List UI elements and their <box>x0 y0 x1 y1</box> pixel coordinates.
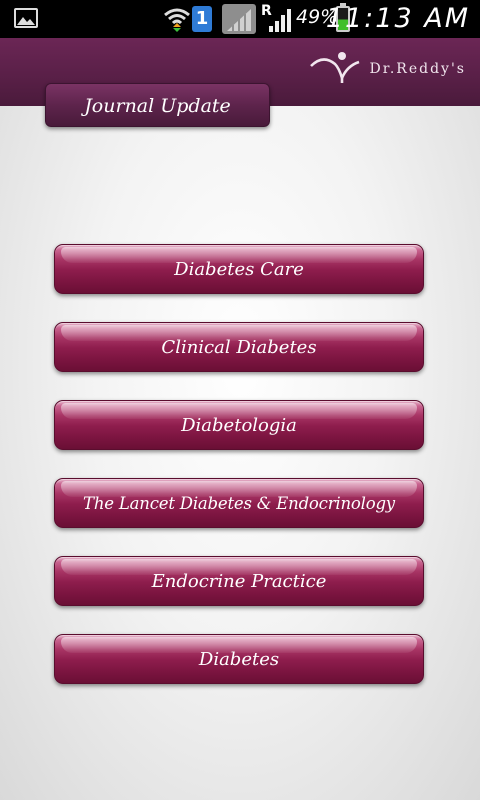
dr-reddys-logo-icon <box>309 50 361 88</box>
journal-button-label: The Lancet Diabetes & Endocrinology <box>83 494 395 513</box>
brand: Dr.Reddy's <box>309 50 466 88</box>
wifi-icon <box>164 6 190 36</box>
journal-button-diabetologia[interactable]: Diabetologia <box>54 400 424 450</box>
journal-button-label: Clinical Diabetes <box>161 337 317 358</box>
no-signal-icon <box>222 4 256 34</box>
status-bar: 1 R 49% 11:13 AM <box>0 0 480 38</box>
picture-icon <box>14 8 38 28</box>
journal-list: Diabetes Care Clinical Diabetes Diabetol… <box>54 244 424 712</box>
clock-time: 11:13 AM <box>325 3 470 34</box>
journal-button-endocrine-practice[interactable]: Endocrine Practice <box>54 556 424 606</box>
journal-button-label: Diabetes <box>198 649 280 670</box>
cell-signal-icon <box>268 8 294 36</box>
journal-button-diabetes-care[interactable]: Diabetes Care <box>54 244 424 294</box>
journal-button-diabetes[interactable]: Diabetes <box>54 634 424 684</box>
journal-update-tab[interactable]: Journal Update <box>45 83 270 127</box>
journal-button-lancet-diabetes-endocrinology[interactable]: The Lancet Diabetes & Endocrinology <box>54 478 424 528</box>
brand-name: Dr.Reddy's <box>369 61 466 77</box>
journal-button-label: Endocrine Practice <box>151 571 327 592</box>
journal-button-clinical-diabetes[interactable]: Clinical Diabetes <box>54 322 424 372</box>
journal-button-label: Diabetologia <box>181 415 297 436</box>
notification-count-badge: 1 <box>192 6 212 32</box>
journal-button-label: Diabetes Care <box>174 259 304 280</box>
